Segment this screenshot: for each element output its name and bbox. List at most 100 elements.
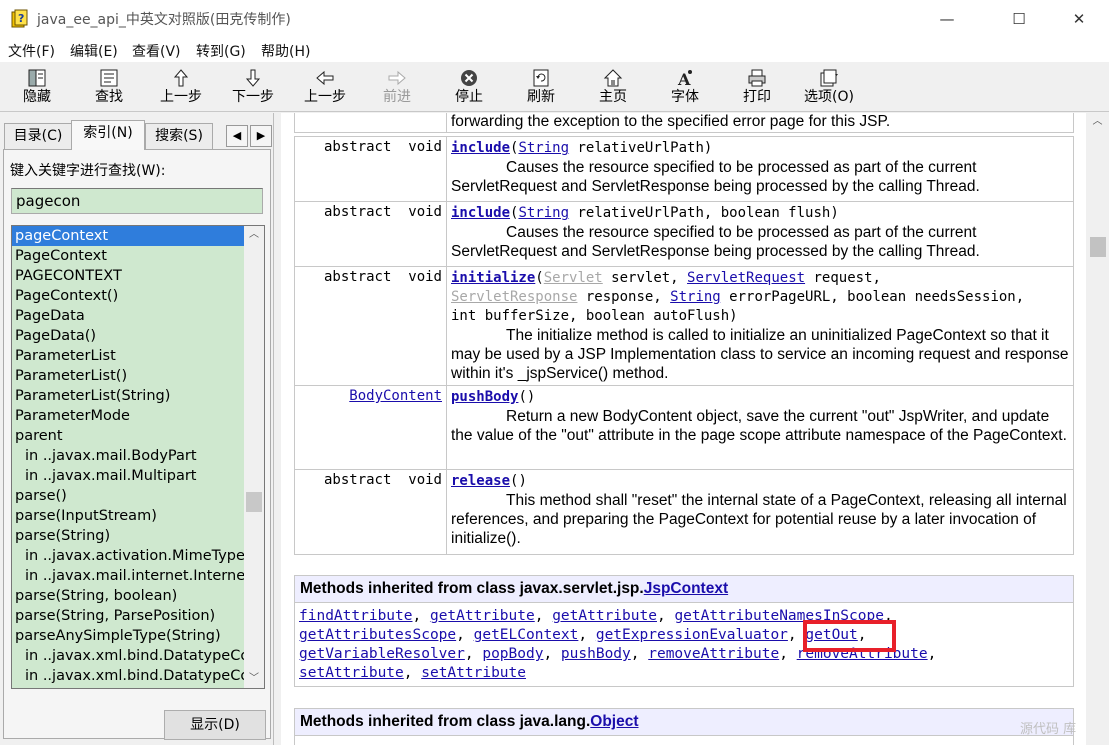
index-list-item[interactable]: PageData() [12, 326, 244, 346]
type-link[interactable]: ServletRequest [687, 270, 805, 286]
minimize-button[interactable]: — [924, 0, 970, 38]
menu-help[interactable]: 帮助(H) [261, 41, 310, 61]
menu-edit[interactable]: 编辑(E) [70, 41, 118, 61]
index-list-item[interactable]: parse(String, ParsePosition) [12, 606, 244, 626]
scroll-down-icon[interactable]: ﹀ [244, 670, 264, 688]
index-list-item[interactable]: parse(String) [12, 526, 244, 546]
index-list-scrollbar[interactable]: ︿ ﹀ [244, 226, 264, 688]
print-label: 打印 [743, 89, 771, 105]
tab-index[interactable]: 索引(N) [71, 120, 145, 150]
method-detail: release() This method shall "reset" the i… [451, 472, 1071, 548]
find-button[interactable]: 查找 [78, 64, 140, 110]
stop-button[interactable]: 停止 [438, 64, 500, 110]
prev-topic-label: 上一步 [160, 89, 202, 105]
method-name-link[interactable]: release [451, 473, 510, 489]
hide-button[interactable]: 隐藏 [6, 64, 68, 110]
method-name-link[interactable]: pushBody [451, 389, 518, 405]
inherited-method-link[interactable]: getELContext [474, 627, 579, 643]
menu-file[interactable]: 文件(F) [8, 41, 55, 61]
help-book-icon: ? [11, 9, 28, 28]
type-link-visited[interactable]: Servlet [544, 270, 603, 286]
index-list-item[interactable]: in ..javax.mail.Multipart [12, 466, 244, 486]
jspcontext-link[interactable]: JspContext [644, 580, 728, 597]
index-list-item[interactable]: ParameterList() [12, 366, 244, 386]
inherited-method-link[interactable]: getAttribute [552, 608, 657, 624]
index-list-item[interactable]: in ..javax.activation.MimeType [12, 546, 244, 566]
scroll-up-icon[interactable]: ︿ [244, 226, 264, 244]
separator: , [534, 608, 553, 624]
index-list-item[interactable]: PAGECONTEXT [12, 266, 244, 286]
inherited-methods-line: setAttribute, setAttribute [299, 664, 1069, 683]
index-list-item[interactable]: parse(InputStream) [12, 506, 244, 526]
keyword-input[interactable] [11, 188, 263, 214]
index-list-item[interactable]: parse(String, boolean) [12, 586, 244, 606]
inherited-method-link[interactable]: getVariableResolver [299, 646, 465, 662]
index-list-item[interactable]: parse() [12, 486, 244, 506]
maximize-button[interactable]: ☐ [996, 0, 1042, 38]
back-button[interactable]: 上一步 [294, 64, 356, 110]
forward-button[interactable]: 前进 [366, 64, 428, 110]
inherited-method-link[interactable]: getAttribute [430, 608, 535, 624]
method-name-link[interactable]: initialize [451, 270, 535, 286]
inherited-method-link[interactable]: getExpressionEvaluator [596, 627, 788, 643]
font-button[interactable]: A 字体 [654, 64, 716, 110]
content-scrollbar[interactable]: ︿ [1086, 113, 1109, 745]
tab-scroll-right-icon[interactable]: ▶ [250, 125, 272, 147]
index-list-item[interactable]: parseAnySimpleType(String) [12, 626, 244, 646]
method-signature: include(String relativeUrlPath, boolean … [451, 204, 1071, 223]
close-button[interactable]: ✕ [1056, 0, 1102, 38]
refresh-button[interactable]: 刷新 [510, 64, 572, 110]
return-type-link[interactable]: BodyContent [349, 388, 442, 404]
options-button[interactable]: 选项(O) [798, 64, 860, 110]
tab-search[interactable]: 搜索(S) [145, 123, 213, 149]
content-scroll-up-icon[interactable]: ︿ [1086, 113, 1109, 131]
inherited-methods-line: getVariableResolver, popBody, pushBody, … [299, 645, 1069, 664]
content-scroll-thumb[interactable] [1090, 237, 1106, 257]
type-link-visited[interactable]: ServletResponse [451, 289, 577, 305]
index-list-item[interactable]: pageContext [12, 226, 244, 246]
menu-goto[interactable]: 转到(G) [196, 41, 246, 61]
inherited-method-link[interactable]: pushBody [561, 646, 631, 662]
object-link[interactable]: Object [590, 713, 638, 730]
index-list-item[interactable]: in ..javax.mail.internet.Internet [12, 566, 244, 586]
index-list-item[interactable]: ParameterList(String) [12, 386, 244, 406]
hide-icon [28, 69, 46, 87]
prev-topic-button[interactable]: 上一步 [150, 64, 212, 110]
index-list-item[interactable]: ParameterList [12, 346, 244, 366]
display-button[interactable]: 显示(D) [164, 710, 266, 740]
type-link[interactable]: String [670, 289, 721, 305]
inherited-method-link[interactable]: removeAttribute [648, 646, 779, 662]
index-list-item[interactable]: ParameterMode [12, 406, 244, 426]
index-list-item[interactable]: PageData [12, 306, 244, 326]
index-list-item[interactable]: in ..javax.xml.bind.DatatypeCo [12, 666, 244, 686]
separator: , [543, 646, 561, 662]
inherited-method-link[interactable]: setAttribute [299, 665, 404, 681]
stop-icon [461, 70, 477, 86]
keyword-label: 键入关键字进行查找(W): [10, 163, 166, 179]
inherited-method-link[interactable]: findAttribute [299, 608, 413, 624]
find-icon [100, 69, 118, 87]
inherited-method-link[interactable]: setAttribute [421, 665, 526, 681]
index-list[interactable]: pageContext PageContext PAGECONTEXT PageCon… [11, 225, 265, 689]
index-list-item[interactable]: parent [12, 426, 244, 446]
menu-view[interactable]: 查看(V) [132, 41, 181, 61]
method-name-link[interactable]: include [451, 140, 510, 156]
method-name-link[interactable]: include [451, 205, 510, 221]
index-list-item[interactable]: in ..javax.mail.BodyPart [12, 446, 244, 466]
scroll-thumb[interactable] [246, 492, 262, 512]
index-items: pageContext PageContext PAGECONTEXT PageCon… [12, 226, 244, 686]
type-link[interactable]: String [518, 140, 569, 156]
index-list-item[interactable]: PageContext [12, 246, 244, 266]
tab-contents[interactable]: 目录(C) [4, 123, 72, 149]
refresh-label: 刷新 [527, 89, 555, 105]
inherited-method-link[interactable]: popBody [482, 646, 543, 662]
print-button[interactable]: 打印 [726, 64, 788, 110]
index-list-item[interactable]: PageContext() [12, 286, 244, 306]
type-link[interactable]: String [518, 205, 569, 221]
font-icon: A [677, 70, 692, 88]
inherited-method-link[interactable]: getAttributesScope [299, 627, 456, 643]
next-topic-button[interactable]: 下一步 [222, 64, 284, 110]
index-list-item[interactable]: in ..javax.xml.bind.DatatypeCo [12, 646, 244, 666]
tab-scroll-left-icon[interactable]: ◀ [226, 125, 248, 147]
home-button[interactable]: 主页 [582, 64, 644, 110]
